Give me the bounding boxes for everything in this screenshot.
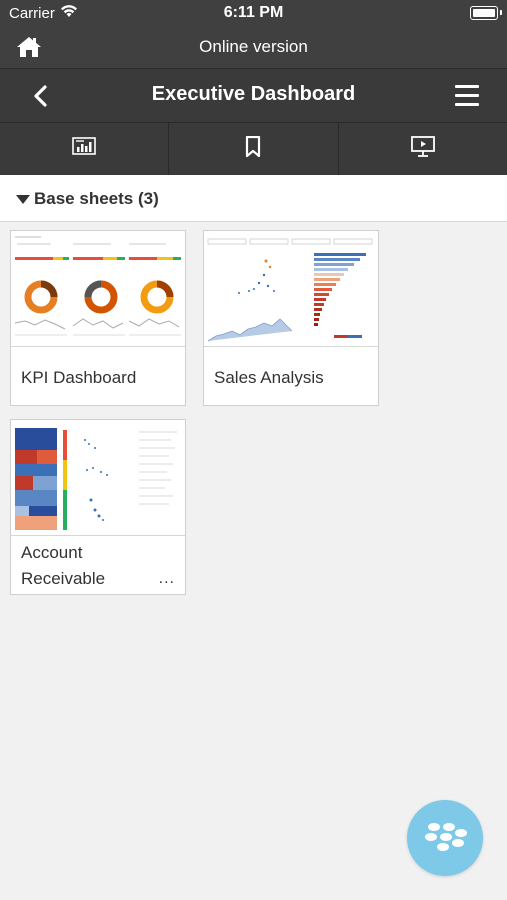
online-bar: Online version [0,26,507,68]
section-label: Base sheets (3) [34,189,159,208]
bookmark-icon [245,135,261,163]
blackberry-button[interactable] [407,800,483,876]
sheet-card-kpi-dashboard[interactable]: KPI Dashboard [10,230,186,406]
sheet-name: Sales Analysis [214,368,324,387]
section-header[interactable]: Base sheets (3) [0,175,507,222]
more-ellipsis-icon[interactable]: ... [159,570,175,588]
tab-bookmarks[interactable] [169,123,339,175]
toolbar [0,122,507,175]
online-version-label: Online version [199,37,308,56]
page-title: Executive Dashboard [151,83,356,105]
title-bar: Executive Dashboard [0,68,507,123]
sheet-name: KPI Dashboard [21,368,137,387]
sheet-name-line-1: Account [21,543,83,562]
chart-sheet-icon [72,136,96,162]
battery-icon [470,6,502,20]
hamburger-menu-icon[interactable] [455,85,479,107]
sheet-card-account-receivable[interactable]: Account Receivable ... [10,419,186,595]
presentation-icon [410,135,435,163]
blackberry-logo-icon [407,823,483,880]
tab-sheets[interactable] [0,123,170,175]
tab-stories[interactable] [339,123,507,175]
sheet-thumbnail [11,420,185,536]
collapse-triangle-icon [16,195,30,204]
status-bar: Carrier 6:11 PM [0,0,507,26]
clock: 6:11 PM [223,4,284,21]
sheet-thumbnail [11,231,185,347]
sheet-thumbnail [204,231,378,347]
sheet-name-line-2: Receivable [21,569,106,588]
sheet-card-sales-analysis[interactable]: Sales Analysis [203,230,379,406]
